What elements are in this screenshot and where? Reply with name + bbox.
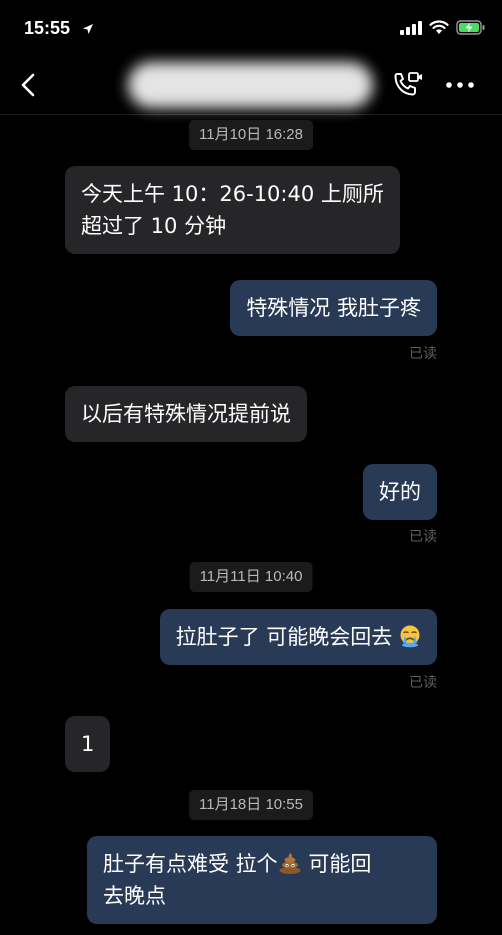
- message-text: 好的: [379, 480, 421, 504]
- crying-face-emoji-icon: [400, 625, 420, 648]
- poop-emoji-icon: [279, 853, 301, 874]
- message-text-line: 肚子有点难受 拉个 可能回: [103, 852, 372, 876]
- cellular-signal-icon: [400, 20, 422, 35]
- read-receipt: 已读: [409, 346, 437, 362]
- message-timestamp: 11月11日 10:40: [189, 562, 313, 592]
- message-text-line: 今天上午 10：26-10:40 上厕所: [81, 182, 384, 206]
- status-time: 15:55: [24, 18, 71, 38]
- message-timestamp: 11月18日 10:55: [189, 790, 313, 820]
- message-text-line: 去晚点: [103, 884, 166, 908]
- message-text: 拉肚子了 可能晚会回去: [175, 625, 393, 649]
- location-arrow-icon: [83, 24, 93, 34]
- read-receipt: 已读: [409, 529, 437, 545]
- incoming-message-bubble[interactable]: 1: [65, 716, 111, 772]
- message-text-line: 超过了 10 分钟: [81, 214, 227, 238]
- message-text: 1: [81, 732, 95, 756]
- read-receipt: 已读: [409, 675, 437, 691]
- audio-video-call-icon[interactable]: [392, 70, 424, 100]
- contact-name-redacted: [128, 62, 373, 108]
- chat-header: [0, 56, 502, 115]
- battery-charging-icon: [456, 20, 485, 35]
- message-text: 以后有特殊情况提前说: [81, 402, 291, 426]
- outgoing-message-bubble[interactable]: 拉肚子了 可能晚会回去: [159, 609, 437, 665]
- outgoing-message-bubble[interactable]: 肚子有点难受 拉个 可能回 去晚点: [87, 836, 437, 924]
- more-options-icon[interactable]: [444, 76, 476, 94]
- wifi-icon: [429, 20, 449, 34]
- back-arrow-icon[interactable]: [16, 70, 42, 100]
- message-timestamp: 11月10日 16:28: [189, 120, 313, 150]
- incoming-message-bubble[interactable]: 今天上午 10：26-10:40 上厕所 超过了 10 分钟: [65, 166, 400, 254]
- status-bar: 15:55: [0, 0, 502, 56]
- outgoing-message-bubble[interactable]: 特殊情况 我肚子疼: [230, 280, 437, 336]
- incoming-message-bubble[interactable]: 以后有特殊情况提前说: [65, 386, 307, 442]
- message-text: 特殊情况 我肚子疼: [246, 296, 421, 320]
- outgoing-message-bubble[interactable]: 好的: [363, 464, 437, 520]
